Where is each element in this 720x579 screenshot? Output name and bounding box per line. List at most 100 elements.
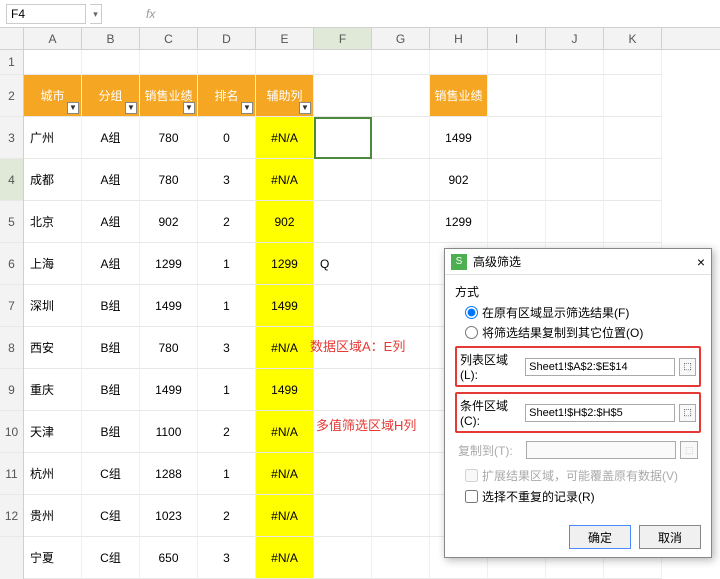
cell[interactable]: 辅助列▼ (256, 75, 314, 117)
cell[interactable]: 成都 (24, 159, 82, 201)
cell[interactable] (24, 50, 82, 75)
cell[interactable]: 北京 (24, 201, 82, 243)
cell[interactable]: 650 (140, 537, 198, 579)
cell[interactable] (546, 159, 604, 201)
col-h[interactable]: H (430, 28, 488, 49)
cell[interactable] (488, 75, 546, 117)
cell[interactable]: B组 (82, 327, 140, 369)
cell[interactable] (82, 50, 140, 75)
cell[interactable]: 1100 (140, 411, 198, 453)
cell[interactable]: B组 (82, 411, 140, 453)
col-f[interactable]: F (314, 28, 372, 49)
cell[interactable]: C组 (82, 453, 140, 495)
col-e[interactable]: E (256, 28, 314, 49)
criteria-range-picker[interactable]: ⬚ (679, 404, 696, 422)
row-4[interactable]: 4 (0, 159, 23, 201)
cell[interactable] (314, 495, 372, 537)
cell[interactable] (372, 453, 430, 495)
cell[interactable]: #N/A (256, 453, 314, 495)
cell[interactable] (430, 50, 488, 75)
cell[interactable]: 广州 (24, 117, 82, 159)
cell[interactable]: 780 (140, 117, 198, 159)
cell[interactable]: 1 (198, 453, 256, 495)
cell[interactable] (372, 201, 430, 243)
cell[interactable]: 贵州 (24, 495, 82, 537)
filter-dropdown-icon[interactable]: ▼ (125, 102, 137, 114)
cell[interactable]: #N/A (256, 159, 314, 201)
col-j[interactable]: J (546, 28, 604, 49)
cell[interactable]: 深圳 (24, 285, 82, 327)
close-icon[interactable]: × (697, 254, 705, 270)
cell[interactable] (372, 50, 430, 75)
cell[interactable] (314, 50, 372, 75)
filter-dropdown-icon[interactable]: ▼ (241, 102, 253, 114)
cell[interactable]: Q (314, 243, 372, 285)
row-10[interactable]: 10 (0, 411, 23, 453)
cell[interactable] (546, 50, 604, 75)
row-2[interactable]: 2 (0, 75, 23, 117)
cell[interactable] (314, 201, 372, 243)
cancel-button[interactable]: 取消 (639, 525, 701, 549)
cell[interactable]: A组 (82, 117, 140, 159)
cell[interactable]: 销售业绩 (430, 75, 488, 117)
cell[interactable]: 3 (198, 537, 256, 579)
cell[interactable]: A组 (82, 243, 140, 285)
cell[interactable]: 1499 (256, 285, 314, 327)
cell[interactable]: 2 (198, 495, 256, 537)
cell[interactable]: 1499 (140, 285, 198, 327)
col-g[interactable]: G (372, 28, 430, 49)
cell[interactable] (140, 50, 198, 75)
cell[interactable]: #N/A (256, 411, 314, 453)
cell[interactable] (372, 285, 430, 327)
cell[interactable] (256, 50, 314, 75)
col-d[interactable]: D (198, 28, 256, 49)
cell[interactable]: C组 (82, 537, 140, 579)
cell[interactable]: 0 (198, 117, 256, 159)
cell[interactable]: 1499 (430, 117, 488, 159)
radio-filter-in-place[interactable]: 在原有区域显示筛选结果(F) (465, 304, 701, 321)
filter-dropdown-icon[interactable]: ▼ (299, 102, 311, 114)
row-7[interactable]: 7 (0, 285, 23, 327)
row-11[interactable]: 11 (0, 453, 23, 495)
radio-copy-other[interactable]: 将筛选结果复制到其它位置(O) (465, 324, 701, 341)
cell[interactable] (488, 159, 546, 201)
checkbox-unique[interactable]: 选择不重复的记录(R) (465, 488, 701, 505)
cell[interactable]: 780 (140, 327, 198, 369)
cell[interactable]: 杭州 (24, 453, 82, 495)
cell[interactable]: 城市▼ (24, 75, 82, 117)
cell[interactable]: C组 (82, 495, 140, 537)
cell[interactable] (314, 537, 372, 579)
cell[interactable]: 780 (140, 159, 198, 201)
cell[interactable] (314, 369, 372, 411)
cell[interactable] (604, 159, 662, 201)
cell[interactable]: 1 (198, 243, 256, 285)
row-6[interactable]: 6 (0, 243, 23, 285)
cell[interactable] (372, 243, 430, 285)
cell[interactable] (198, 50, 256, 75)
cell[interactable] (604, 201, 662, 243)
cell[interactable]: 1299 (430, 201, 488, 243)
ok-button[interactable]: 确定 (569, 525, 631, 549)
cell[interactable]: 1 (198, 285, 256, 327)
cell[interactable] (546, 117, 604, 159)
cell[interactable] (372, 117, 430, 159)
cell[interactable]: 1288 (140, 453, 198, 495)
cell[interactable] (372, 495, 430, 537)
cell[interactable] (372, 369, 430, 411)
cell[interactable]: 902 (256, 201, 314, 243)
fx-icon[interactable]: fx (146, 7, 155, 21)
cell[interactable] (314, 117, 372, 159)
cell[interactable] (314, 159, 372, 201)
cell[interactable]: #N/A (256, 537, 314, 579)
cell[interactable] (604, 117, 662, 159)
cell[interactable]: #N/A (256, 327, 314, 369)
cell[interactable]: B组 (82, 369, 140, 411)
cell[interactable]: 分组▼ (82, 75, 140, 117)
cell[interactable] (604, 75, 662, 117)
cell[interactable] (372, 75, 430, 117)
cell[interactable]: 1499 (140, 369, 198, 411)
col-a[interactable]: A (24, 28, 82, 49)
cell[interactable]: 902 (430, 159, 488, 201)
cell[interactable]: 排名▼ (198, 75, 256, 117)
name-box[interactable]: F4 (6, 4, 86, 24)
